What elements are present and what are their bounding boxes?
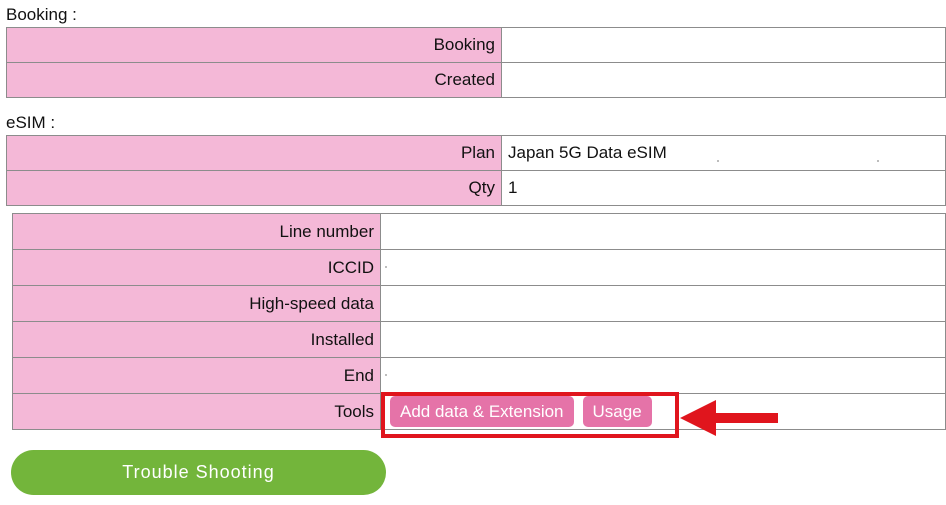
iccid-label: ICCID <box>12 249 381 286</box>
high-speed-data-label: High-speed data <box>12 285 381 322</box>
table-row: End <box>12 357 946 394</box>
trouble-shooting-button[interactable]: Trouble Shooting <box>11 450 386 495</box>
table-row: Plan Japan 5G Data eSIM <box>6 135 946 171</box>
usage-button[interactable]: Usage <box>582 396 652 427</box>
tools-label: Tools <box>12 393 381 430</box>
table-row: Installed <box>12 321 946 358</box>
table-row: Qty 1 <box>6 170 946 206</box>
redacted-mark <box>877 160 879 162</box>
redacted-mark <box>385 266 387 268</box>
high-speed-data-value <box>380 285 946 322</box>
booking-label: Booking <box>6 27 502 63</box>
table-row: Line number <box>12 213 946 250</box>
created-value <box>501 62 946 98</box>
end-value <box>380 357 946 394</box>
installed-label: Installed <box>12 321 381 358</box>
table-row: High-speed data <box>12 285 946 322</box>
redacted-mark <box>385 374 387 376</box>
line-number-value <box>380 213 946 250</box>
booking-section-title: Booking : <box>6 5 77 24</box>
plan-value: Japan 5G Data eSIM <box>501 135 946 171</box>
add-data-extension-button[interactable]: Add data & Extension <box>390 396 574 427</box>
booking-value <box>501 27 946 63</box>
qty-value: 1 <box>501 170 946 206</box>
table-row: Booking <box>6 27 946 63</box>
esim-table: Plan Japan 5G Data eSIM Qty 1 <box>6 135 946 206</box>
esim-section-title: eSIM : <box>6 113 56 132</box>
tools-cell: Add data & Extension Usage <box>380 393 946 430</box>
created-label: Created <box>6 62 502 98</box>
installed-value <box>380 321 946 358</box>
line-details-table: Line number ICCID High-speed data Instal… <box>12 213 946 430</box>
iccid-value <box>380 249 946 286</box>
arrow-left-icon <box>680 400 778 436</box>
table-row: Tools Add data & Extension Usage <box>12 393 946 430</box>
redacted-mark <box>717 160 719 162</box>
end-label: End <box>12 357 381 394</box>
table-row: Created <box>6 62 946 98</box>
table-row: ICCID <box>12 249 946 286</box>
booking-table: Booking Created <box>6 27 946 98</box>
plan-label: Plan <box>6 135 502 171</box>
line-number-label: Line number <box>12 213 381 250</box>
qty-label: Qty <box>6 170 502 206</box>
